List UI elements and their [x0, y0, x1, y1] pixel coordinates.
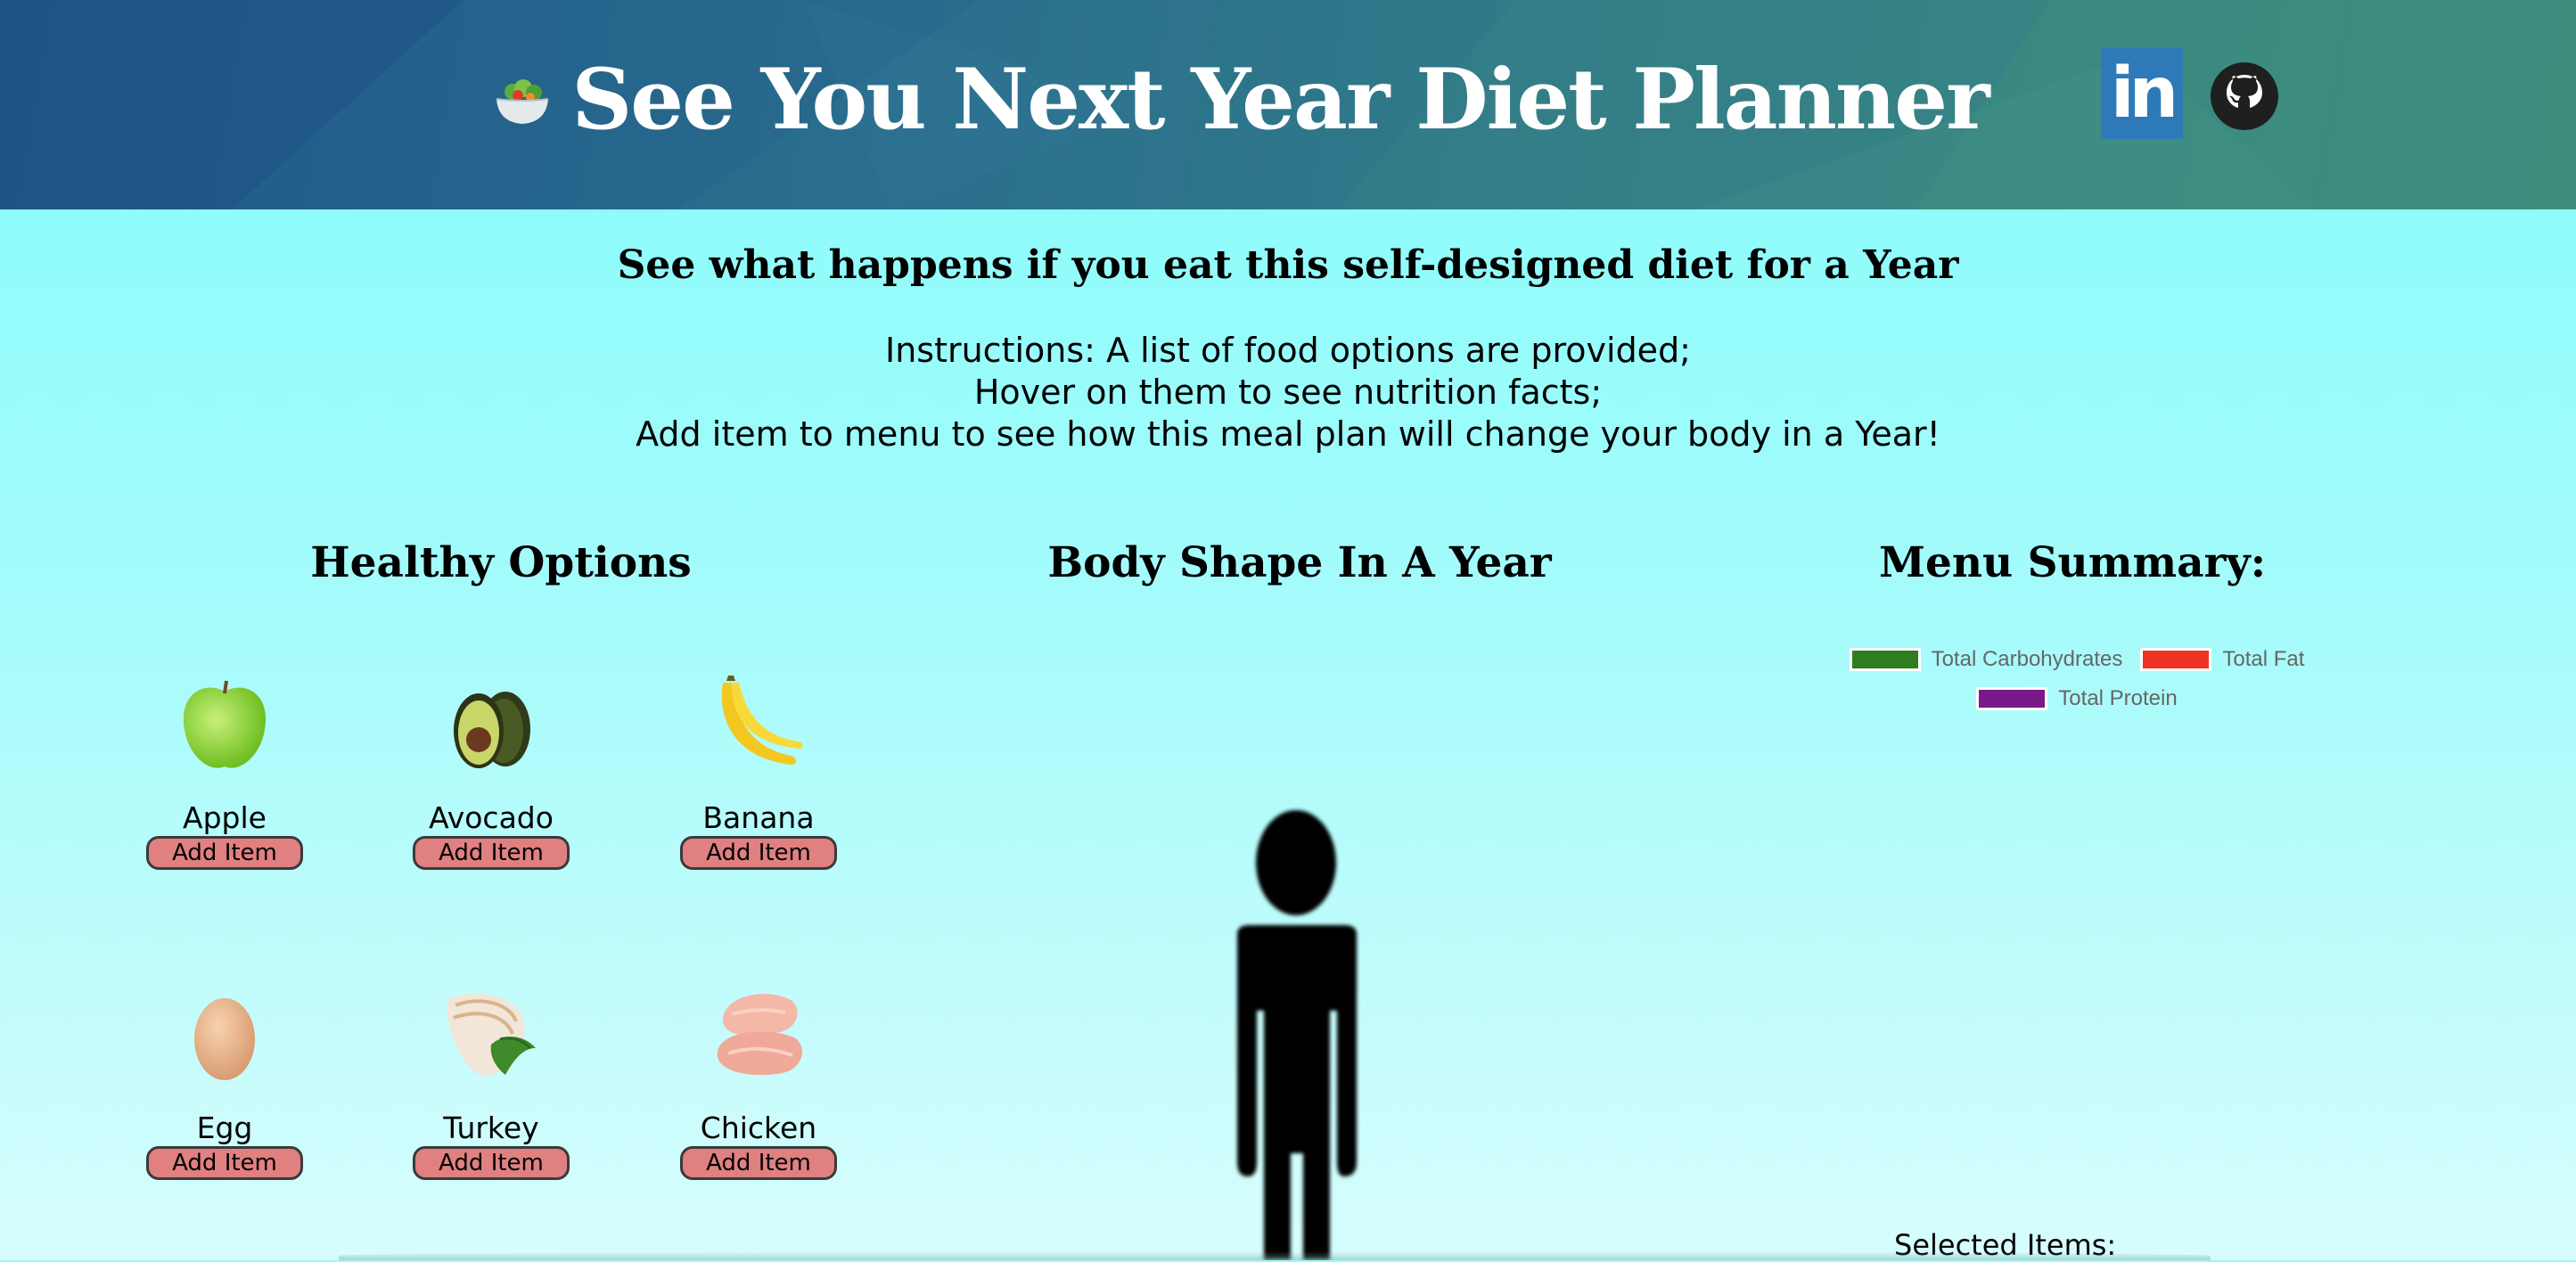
add-banana-button[interactable]: Add Item [680, 836, 837, 870]
legend-row: Total Protein [1765, 679, 2389, 718]
add-turkey-button[interactable]: Add Item [413, 1146, 570, 1180]
legend-label: Total Carbohydrates [1931, 647, 2123, 671]
page-title: See You Next Year Diet Planner [571, 51, 1989, 149]
food-item-chicken[interactable]: Chicken Add Item [660, 982, 857, 1180]
github-icon[interactable] [2209, 61, 2280, 132]
avocado-icon [454, 692, 530, 768]
legend-item-fat[interactable]: Total Fat [2140, 647, 2304, 672]
food-label: Banana [702, 800, 815, 835]
salad-bowl-icon [496, 79, 549, 124]
food-label: Avocado [429, 800, 554, 835]
legend-swatch [1976, 687, 2048, 710]
linkedin-icon[interactable]: in [2101, 48, 2183, 139]
food-label: Egg [196, 1110, 253, 1145]
body-shape-heading: Body Shape In A Year [1047, 538, 1552, 587]
header-banner: See You Next Year Diet Planner in [0, 0, 2576, 209]
instruction-line: Hover on them to see nutrition facts; [973, 373, 1603, 412]
food-label: Turkey [443, 1110, 539, 1145]
apple-icon [183, 680, 267, 768]
egg-icon [194, 998, 255, 1080]
instruction-line: Instructions: A list of food options are… [884, 331, 1691, 370]
body-silhouette-icon [1237, 810, 1357, 1260]
legend-item-protein[interactable]: Total Protein [1976, 686, 2178, 711]
food-item-apple[interactable]: Apple Add Item [127, 672, 323, 870]
turkey-icon [447, 993, 536, 1077]
legend-label: Total Protein [2058, 686, 2178, 710]
legend-item-carbohydrates[interactable]: Total Carbohydrates [1849, 647, 2123, 672]
banana-icon [721, 676, 803, 765]
instructions: Instructions: A list of food options are… [0, 330, 2576, 455]
instruction-line: Add item to menu to see how this meal pl… [636, 414, 1940, 454]
food-label: Chicken [700, 1110, 817, 1145]
chicken-icon [717, 994, 802, 1076]
panel-edge [339, 1251, 2211, 1260]
subtitle: See what happens if you eat this self-de… [617, 242, 1959, 288]
legend-swatch [1849, 648, 1921, 671]
menu-summary-heading: Menu Summary: [1878, 538, 2267, 587]
legend-row: Total Carbohydrates Total Fat [1765, 640, 2389, 679]
legend-label: Total Fat [2222, 647, 2305, 671]
add-egg-button[interactable]: Add Item [146, 1146, 303, 1180]
food-item-avocado[interactable]: Avocado Add Item [393, 672, 589, 870]
food-item-egg[interactable]: Egg Add Item [127, 982, 323, 1180]
add-avocado-button[interactable]: Add Item [413, 836, 570, 870]
legend-swatch [2140, 648, 2212, 671]
food-item-banana[interactable]: Banana Add Item [660, 672, 857, 870]
add-chicken-button[interactable]: Add Item [680, 1146, 837, 1180]
add-apple-button[interactable]: Add Item [146, 836, 303, 870]
food-item-turkey[interactable]: Turkey Add Item [393, 982, 589, 1180]
chart-legend: Total Carbohydrates Total Fat Total Prot… [1765, 640, 2389, 718]
healthy-options-heading: Healthy Options [310, 538, 692, 587]
food-label: Apple [183, 800, 267, 835]
